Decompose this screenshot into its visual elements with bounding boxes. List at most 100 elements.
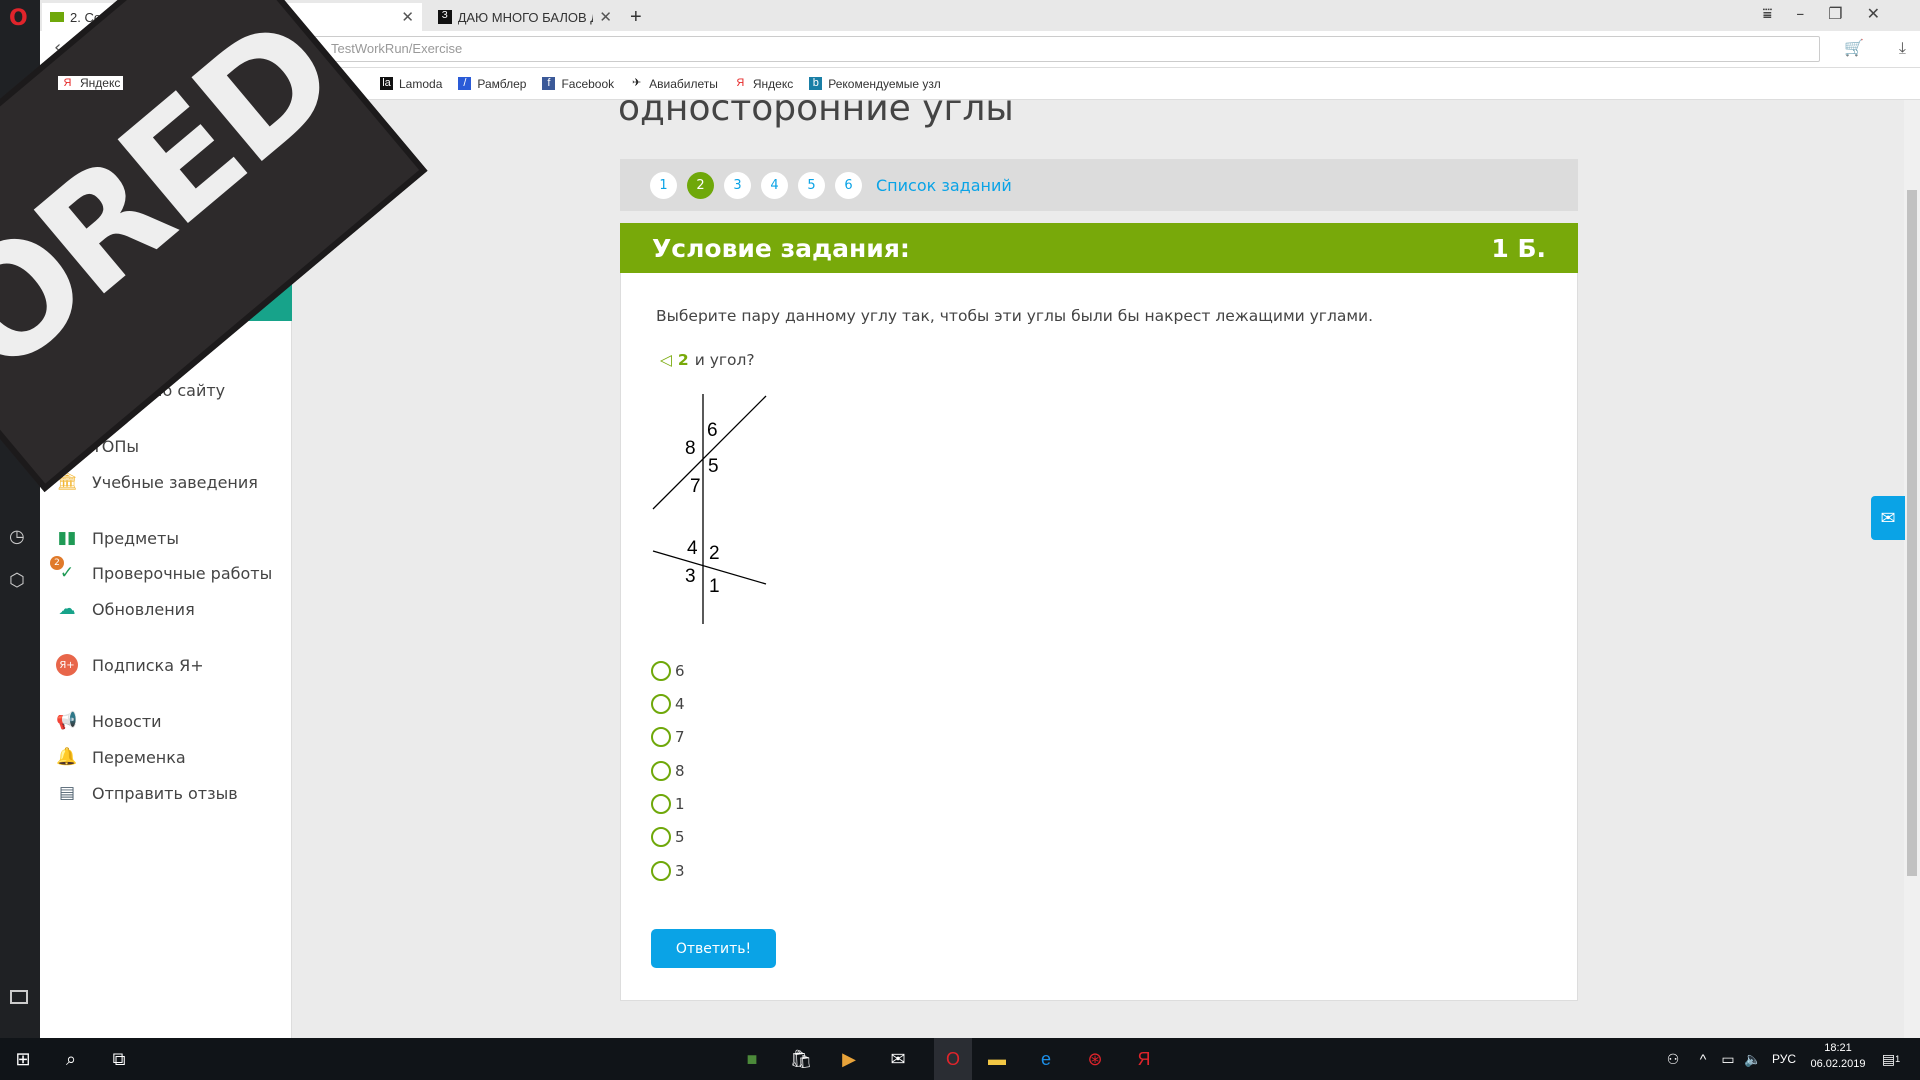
option-8[interactable]: 8 xyxy=(651,761,685,781)
sidebar-item-news[interactable]: 📢 Новости xyxy=(56,710,162,732)
tray-chevron-icon[interactable]: ^ xyxy=(1690,1046,1716,1072)
sidebar-item-label: Новости xyxy=(92,711,162,731)
media-icon[interactable]: ▶ xyxy=(836,1046,862,1072)
label-6: 6 xyxy=(707,420,718,441)
page-1[interactable]: 1 xyxy=(650,171,677,199)
sidebar-item-updates[interactable]: ☁ Обновления xyxy=(56,598,195,620)
sidebar-item-institutions[interactable]: 🏛 Учебные заведения xyxy=(56,471,258,493)
task-pager: 1 2 3 4 5 6 Список заданий xyxy=(620,159,1578,211)
opera-taskbar-icon[interactable]: O xyxy=(934,1038,972,1080)
option-label: 5 xyxy=(675,828,685,846)
site-favicon-icon xyxy=(50,12,64,22)
scrollbar-thumb[interactable] xyxy=(1907,190,1917,876)
option-4[interactable]: 4 xyxy=(651,694,685,714)
radio[interactable] xyxy=(651,827,671,847)
language-indicator[interactable]: РУС xyxy=(1772,1052,1796,1066)
megaphone-icon: 📢 xyxy=(56,711,78,731)
mail-icon[interactable]: ✉ xyxy=(1871,496,1905,540)
sidebar-item-subjects[interactable]: ▮▮ Предметы xyxy=(56,527,179,549)
close-icon[interactable]: ✕ xyxy=(401,8,414,26)
label-1: 1 xyxy=(709,576,720,597)
notifications-icon[interactable]: ▤ 1 xyxy=(1878,1046,1904,1072)
edge-icon[interactable]: e xyxy=(1033,1046,1059,1072)
download-icon[interactable]: ⤓ xyxy=(1899,38,1906,58)
tab-bar: 2. Соответственные, ... аналоги ✕ З ДАЮ … xyxy=(40,0,1920,31)
label-8: 8 xyxy=(685,438,696,459)
label-4: 4 xyxy=(687,538,698,559)
search-icon[interactable]: ⌕ xyxy=(58,1046,84,1072)
option-3[interactable]: 3 xyxy=(651,861,685,881)
task-view-icon[interactable]: ⧉ xyxy=(106,1046,132,1072)
bookmark[interactable]: la Lamoda xyxy=(380,77,442,91)
store-icon[interactable]: 🛍 xyxy=(788,1046,814,1072)
sidebar-item-tests[interactable]: ✓ 2 Проверочные работы xyxy=(50,556,272,584)
page-6[interactable]: 6 xyxy=(835,171,862,199)
tab-2[interactable]: З ДАЮ МНОГО БАЛОВ Да ✕ xyxy=(430,3,620,31)
mail-app-icon[interactable]: ✉ xyxy=(885,1046,911,1072)
label-7: 7 xyxy=(690,476,701,497)
sidebar-item-subscription[interactable]: Я+ Подписка Я+ xyxy=(56,654,204,676)
notification-badge: 2 xyxy=(50,556,64,570)
opera-logo-icon[interactable]: O xyxy=(9,6,28,31)
bookmark[interactable]: / Рамблер xyxy=(458,77,526,91)
question-text: Выберите пару данному углу так, чтобы эт… xyxy=(656,307,1374,325)
page-5[interactable]: 5 xyxy=(798,171,825,199)
sidebar-toggle-icon[interactable] xyxy=(10,990,28,1004)
condition-title: Условие задания: xyxy=(652,233,910,263)
radio[interactable] xyxy=(651,727,671,747)
condition-header: Условие задания: 1 Б. xyxy=(620,223,1578,273)
radio[interactable] xyxy=(651,694,671,714)
option-7[interactable]: 7 xyxy=(651,727,685,747)
sidebar-item-break[interactable]: 🔔 Переменка xyxy=(56,746,185,768)
clock[interactable]: 18:21 06.02.2019 xyxy=(1808,1042,1868,1070)
upper-transversal xyxy=(652,395,767,510)
submit-button[interactable]: Ответить! xyxy=(651,929,776,968)
option-label: 1 xyxy=(675,795,685,813)
bookmark-label: Яндекс xyxy=(80,76,121,90)
sidebar-item-label: Отправить отзыв xyxy=(92,783,238,803)
people-icon[interactable]: ⚇ xyxy=(1660,1046,1686,1072)
history-icon[interactable]: ◷ xyxy=(9,526,25,547)
volume-icon[interactable]: 🔈 xyxy=(1740,1046,1766,1072)
extensions-icon[interactable]: ⬡ xyxy=(9,570,25,591)
page-3[interactable]: 3 xyxy=(724,171,751,199)
bookmark[interactable]: f Facebook xyxy=(542,77,614,91)
app-icon[interactable]: ⊛ xyxy=(1082,1046,1108,1072)
notification-count: 1 xyxy=(1895,1054,1901,1064)
windows-start-icon[interactable]: ⊞ xyxy=(10,1046,36,1072)
network-icon[interactable]: ▭ xyxy=(1715,1046,1741,1072)
yandex-browser-icon[interactable]: Я xyxy=(1131,1046,1157,1072)
cart-icon[interactable]: 🛒 xyxy=(1844,38,1864,57)
bookmark[interactable]: Я Яндекс xyxy=(58,76,124,90)
explorer-icon[interactable]: ▬ xyxy=(984,1046,1010,1072)
close-icon[interactable]: ✕ xyxy=(599,8,612,26)
option-1[interactable]: 1 xyxy=(651,794,685,814)
page-title: односторонние углы xyxy=(618,88,1014,129)
bookmark-label: Рамблер xyxy=(477,76,527,91)
option-label: 4 xyxy=(675,695,685,713)
radio[interactable] xyxy=(651,761,671,781)
option-5[interactable]: 5 xyxy=(651,827,685,847)
option-label: 7 xyxy=(675,728,685,746)
radio[interactable] xyxy=(651,661,671,681)
page-4[interactable]: 4 xyxy=(761,171,788,199)
option-6[interactable]: 6 xyxy=(651,661,685,681)
page-2[interactable]: 2 xyxy=(687,171,714,199)
book-icon: ▮▮ xyxy=(57,528,77,548)
label-3: 3 xyxy=(685,566,696,587)
address-input[interactable]: TestWorkRun/Exercise xyxy=(180,36,1820,62)
time: 18:21 xyxy=(1824,1042,1852,1054)
bookmark-label: Lamoda xyxy=(399,76,443,91)
feedback-icon: ▤ xyxy=(58,783,76,803)
option-label: 3 xyxy=(675,862,685,880)
radio[interactable] xyxy=(651,794,671,814)
task-list-link[interactable]: Список заданий xyxy=(876,176,1012,195)
sidebar-item-feedback[interactable]: ▤ Отправить отзыв xyxy=(56,782,238,804)
new-tab-button[interactable]: + xyxy=(622,3,650,31)
minecraft-icon[interactable]: ■ xyxy=(739,1046,765,1072)
window-controls[interactable]: ⩸–❐✕ xyxy=(1763,4,1904,24)
radio[interactable] xyxy=(651,861,671,881)
angle-icon: ◁ xyxy=(660,351,672,369)
tab-label: ДАЮ МНОГО БАЛОВ Да xyxy=(457,9,594,25)
points: 1 Б. xyxy=(1491,233,1546,263)
